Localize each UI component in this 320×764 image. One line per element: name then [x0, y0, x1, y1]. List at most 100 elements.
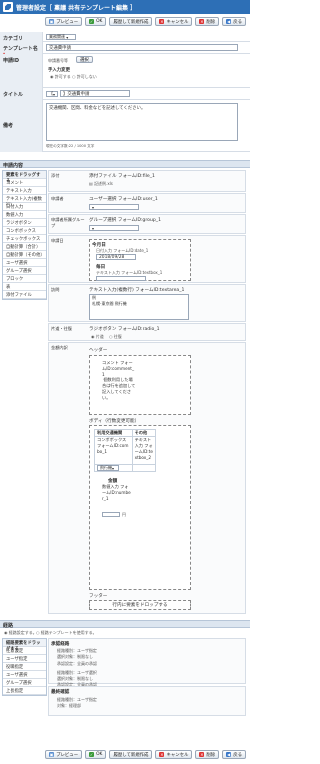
palette-item[interactable]: 自動計算（合計）: [3, 243, 46, 251]
title-input[interactable]: 】交通費申請: [60, 90, 130, 97]
route-palette-item[interactable]: グループ選択: [3, 679, 46, 687]
final-route[interactable]: 最終確認 経路種別：ユーザ指定 対象：経理部: [48, 686, 246, 716]
deny-radio[interactable]: ○ 許可しない: [72, 74, 97, 80]
month-input[interactable]: [96, 276, 146, 281]
settings-icon: [3, 2, 13, 12]
route-palette-item[interactable]: 任意設定: [3, 647, 46, 655]
manual-change-label: 手入力変更: [48, 68, 70, 73]
save-new-button[interactable]: 履歴して新規作成: [109, 17, 153, 26]
palette-item[interactable]: コンボボックス: [3, 227, 46, 235]
round-radio[interactable]: ○ 往復: [109, 334, 122, 340]
preview-button[interactable]: ▣ プレビュー: [45, 750, 83, 759]
applicant-field-text: ユーザー選択 フォームID:user_1: [89, 197, 158, 202]
route-palette-title: 経路要素をドラッグする: [3, 639, 46, 652]
delete-button[interactable]: ✕ 削除: [195, 17, 220, 26]
element-palette: 要素をドラッグする コメント テキスト入力 テキスト入力(複数行) 日付入力 数…: [2, 170, 47, 300]
attach-field-text: 添付ファイル フォームID:file_1: [89, 174, 155, 179]
applicant-select[interactable]: ▾: [89, 204, 139, 210]
content-section-title: 申請内容: [0, 160, 250, 169]
number-input[interactable]: [102, 512, 120, 517]
back-button[interactable]: ◀ 戻る: [222, 17, 246, 26]
footer-section-label: フッター: [89, 594, 108, 599]
cancel-button[interactable]: ✕ キャンセル: [155, 750, 193, 759]
final-details: 経路種別：ユーザ指定 対象：経理部: [57, 697, 97, 709]
yen-label: 円: [122, 512, 126, 517]
template-name-input[interactable]: 交通費申請: [46, 44, 238, 51]
approval-route[interactable]: 承認経路 経路種別：ユーザ指定 選択対象：制限なし 承認設定：全員の承認 経路種…: [48, 638, 246, 687]
palette-item[interactable]: 添付ファイル: [3, 291, 46, 299]
body-section-label: ボディ（行数変更可能）: [89, 419, 140, 424]
table-header: 利用交通機関: [94, 429, 133, 437]
remarks-count: 現在の文字数:22 / 1000 文字: [46, 144, 95, 148]
category-row: カテゴリ 業務関連 ▾: [0, 32, 250, 42]
applicant-field[interactable]: 申請者 ユーザー選択 フォームID:user_1 ▾: [48, 193, 246, 213]
route-palette-item[interactable]: 上長指定: [3, 687, 46, 695]
detail-field[interactable]: 訪問 テキスト入力(複数行) フォームID:textarea_1 例 札幌-東京…: [48, 284, 246, 322]
ok-button[interactable]: ✓ OK: [85, 750, 107, 759]
table-cell[interactable]: [131, 464, 157, 472]
category-label: カテゴリ: [0, 32, 43, 42]
attach-file-link[interactable]: ▤ 記述例.xls: [89, 181, 113, 187]
palette-item[interactable]: 数値入力: [3, 211, 46, 219]
category-select[interactable]: 業務関連 ▾: [46, 34, 76, 40]
attach-field[interactable]: 添付 添付ファイル フォームID:file_1 ▤ 記述例.xls: [48, 170, 246, 192]
group-select[interactable]: ▾: [89, 225, 139, 231]
preview-button[interactable]: ▣ プレビュー: [45, 17, 83, 26]
route-section-title: 経路: [0, 620, 250, 629]
title-row: タイトル 【▾ 】交通費申請: [0, 88, 250, 100]
palette-item[interactable]: ユーザ選択: [3, 259, 46, 267]
date-block: 今月日 日付入力 フォームID:date_1 2018/09/28 毎日 テキス…: [89, 239, 191, 281]
approval-title: 承認経路: [51, 642, 70, 647]
ok-button[interactable]: ✓ OK: [85, 17, 107, 26]
palette-item[interactable]: グループ選択: [3, 267, 46, 275]
palette-item[interactable]: チェックボックス: [3, 235, 46, 243]
table-cell: テキスト入力 フォームID:textbox_2: [131, 436, 157, 465]
route-palette-item[interactable]: 役職指定: [3, 663, 46, 671]
remarks-textarea[interactable]: 交通機関、区間、料金などを記述してください。: [46, 103, 238, 141]
trip-field[interactable]: 片道・往復 ラジオボタン フォームID:radio_1 ◉ 片道 ○ 往復: [48, 323, 246, 341]
palette-item[interactable]: ブロック: [3, 275, 46, 283]
palette-item[interactable]: テキスト入力(複数行): [3, 195, 46, 208]
cancel-button[interactable]: ✕ キャンセル: [155, 17, 193, 26]
delete-button[interactable]: ✕ 削除: [195, 750, 220, 759]
remarks-row: 備考 交通機関、区間、料金などを記述してください。 現在の文字数:22 / 10…: [0, 100, 250, 152]
allow-radio[interactable]: ◉ 許可する: [50, 74, 71, 80]
approval-details: 経路種別：ユーザ指定 選択対象：制限なし 承認設定：全員の承認 経路種別：ユーザ…: [57, 648, 97, 688]
file-icon: ▤: [89, 181, 93, 186]
page-title: 管理者設定［ 稟議 共有テンプレート編集 ］: [16, 4, 137, 12]
palette-title: 要素をドラッグする: [3, 171, 46, 184]
route-palette-item[interactable]: ユーザ選択: [3, 671, 46, 679]
group-field[interactable]: 申請者所属グループ グループ選択 フォームID:group_1 ▾: [48, 214, 246, 234]
top-toolbar: ▣ プレビュー ✓ OK 履歴して新規作成 ✕ キャンセル ✕ 削除 ◀ 戻る: [0, 15, 250, 28]
comment-text: コメント フォームID:comment_1 個数利用した場合は行を追加して記入し…: [102, 360, 136, 400]
title-format-select[interactable]: 【▾: [46, 91, 58, 97]
template-name-row: テンプレート名* 交通費申請: [0, 42, 250, 57]
date-field[interactable]: 申請日 今月日 日付入力 フォームID:date_1 2018/09/28 毎日…: [48, 235, 246, 283]
route-palette-item[interactable]: ユーザ指定: [3, 655, 46, 663]
palette-item[interactable]: 表: [3, 283, 46, 291]
application-id-label: 申請ID: [0, 54, 43, 88]
palette-item[interactable]: テキスト入力: [3, 187, 46, 195]
oneway-radio[interactable]: ◉ 片道: [91, 334, 104, 340]
palette-item[interactable]: コメント: [3, 179, 46, 187]
route-option-1[interactable]: ◉ 経路設定する。: [4, 630, 37, 636]
template-name-label: テンプレート名*: [0, 42, 43, 57]
page-header: 管理者設定［ 稟議 共有テンプレート編集 ］: [0, 0, 250, 14]
palette-item[interactable]: ラジオボタン: [3, 219, 46, 227]
amount-field[interactable]: 金額内訳 ヘッダー コメント フォームID:comment_1 個数利用した場合…: [48, 342, 246, 614]
palette-item[interactable]: 自動計算（その他）: [3, 251, 46, 259]
header-section-label: ヘッダー: [89, 348, 108, 353]
route-option-2[interactable]: ○ 経路テンプレートを使用する。: [36, 630, 97, 636]
detail-textarea[interactable]: 例 札幌-東京間 飛行機: [89, 294, 189, 320]
select-button[interactable]: 選択: [76, 56, 93, 63]
save-new-button[interactable]: 履歴して新規作成: [109, 750, 153, 759]
back-button[interactable]: ◀ 戻る: [222, 750, 246, 759]
footer-drop-area: 行内に要素をドロップする: [89, 600, 191, 610]
palette-item[interactable]: 日付入力: [3, 203, 46, 211]
number-field-text: 数値入力 フォームID:number_1: [102, 484, 131, 501]
table-cell[interactable]: 飛行機 ▾: [94, 464, 133, 472]
final-title: 最終確認: [51, 690, 70, 695]
application-no-text: 申請番号等: [48, 58, 68, 63]
title-label: タイトル: [0, 88, 43, 100]
date-input[interactable]: 2018/09/28: [96, 254, 136, 260]
